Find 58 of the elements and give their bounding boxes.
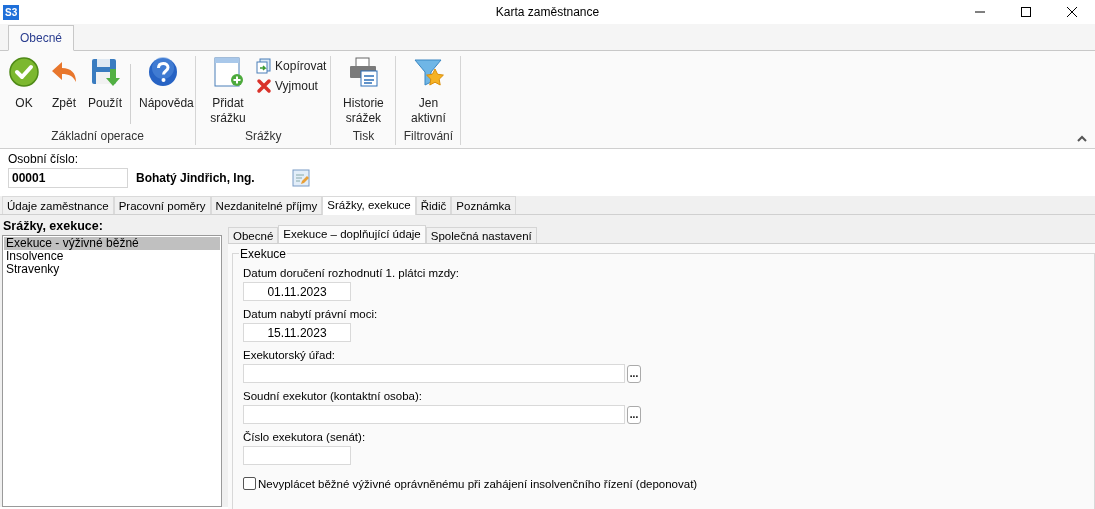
text-field[interactable] <box>243 364 625 383</box>
group-label: Srážky <box>244 129 282 143</box>
tab[interactable]: Řidič <box>415 196 452 214</box>
tab[interactable]: Poznámka <box>451 196 516 214</box>
field-label: Datum doručení rozhodnutí 1. plátci mzdy: <box>243 267 460 279</box>
date-field[interactable] <box>243 446 351 465</box>
field-label: Soudní exekutor (kontaktní osoba): <box>243 390 422 402</box>
ribbon-button[interactable]: Historie srážek <box>335 56 392 126</box>
tab[interactable]: Srážky, exekuce <box>322 196 416 215</box>
group-title: Exekuce <box>239 247 288 261</box>
date-field[interactable]: 01.11.2023 <box>243 282 351 301</box>
employee-name: Bohatý Jindřich, Ing. <box>136 171 256 185</box>
field-label: Osobní číslo: <box>8 152 79 166</box>
group-label: Základní operace <box>51 129 144 143</box>
tab[interactable]: Exekuce – doplňující údaje <box>278 225 426 243</box>
field-label: Datum nabytí právní moci: <box>243 308 378 320</box>
ribbon-button[interactable]: OK <box>4 56 44 111</box>
ribbon-button[interactable]: Jen aktivní <box>400 56 457 126</box>
ribbon-button[interactable]: Použít <box>84 56 127 111</box>
cut-icon <box>256 78 273 94</box>
ribbon-tab[interactable]: Obecné <box>8 25 75 51</box>
browse-button[interactable]: ... <box>627 364 641 383</box>
tab[interactable]: Obecné <box>228 227 279 243</box>
close-icon[interactable] <box>1067 7 1077 17</box>
tab[interactable]: Pracovní poměry <box>113 196 211 214</box>
group-label: Filtrování <box>403 129 454 143</box>
ribbon-button[interactable]: Vyjmout <box>256 78 327 94</box>
text-field[interactable] <box>243 405 625 424</box>
ribbon-button[interactable]: Přidat srážku <box>200 56 257 126</box>
ok-icon <box>8 56 40 88</box>
add-icon <box>212 56 245 88</box>
field-label: Exekutorský úřad: <box>243 349 336 361</box>
field-label: Číslo exekutora (senát): <box>243 431 366 443</box>
ribbon-button[interactable]: Nápověda <box>135 56 192 111</box>
tab[interactable]: Společná nastavení <box>425 227 537 243</box>
browse-button[interactable]: ... <box>627 405 641 424</box>
maximize-icon[interactable] <box>1021 7 1031 17</box>
collapse-icon[interactable] <box>1077 135 1087 142</box>
list-item[interactable]: Stravenky <box>4 263 220 276</box>
app-logo: S3 <box>3 4 20 20</box>
copy-icon <box>256 58 273 74</box>
checkbox-label: Nevyplácet běžné výživné oprávněnému při zahájení insolvenčního řízení (deponovat) <box>258 477 698 490</box>
ribbon-button[interactable]: Zpět <box>44 56 84 111</box>
checkbox[interactable] <box>243 477 256 490</box>
tab[interactable]: Údaje zaměstnance <box>2 196 114 214</box>
print-icon <box>347 56 380 88</box>
employee-number-field[interactable]: 00001 <box>8 168 128 188</box>
save-icon <box>89 56 121 88</box>
window-title: Karta zaměstnance <box>495 5 600 19</box>
ribbon-button[interactable]: Kopírovat <box>256 58 327 74</box>
date-field[interactable]: 15.11.2023 <box>243 323 351 342</box>
group-label: Tisk <box>352 129 375 143</box>
list-item[interactable]: Insolvence <box>4 250 220 263</box>
tab[interactable]: Nezdanitelné příjmy <box>210 196 323 214</box>
list-title: Srážky, exekuce: <box>3 219 103 233</box>
help-icon <box>147 56 180 88</box>
filter-icon <box>412 56 445 88</box>
list-item[interactable]: Exekuce - výživné běžné <box>4 237 220 250</box>
